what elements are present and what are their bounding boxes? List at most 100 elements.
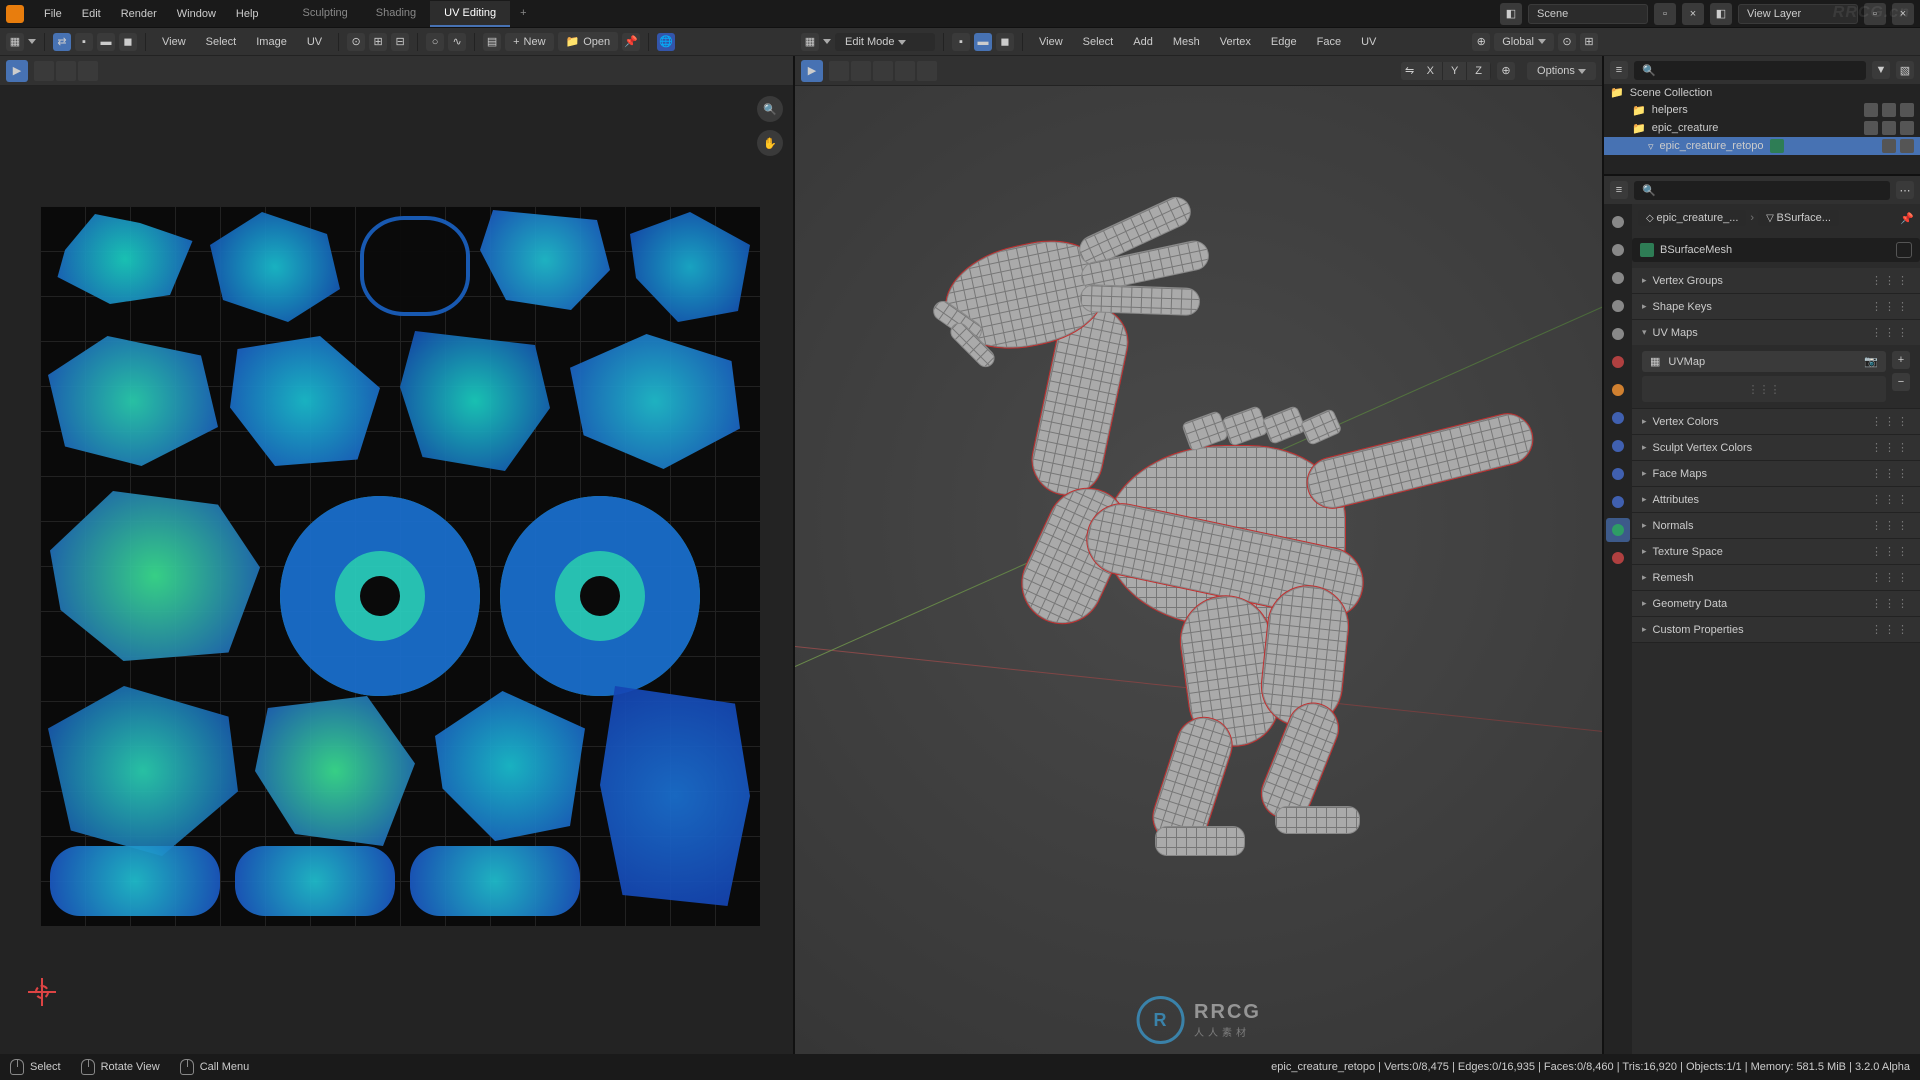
outliner-row-scene-collection[interactable]: 📁 Scene Collection [1604,84,1920,101]
outliner-row-epic-creature[interactable]: 📁 epic_creature [1604,119,1920,137]
uv-island[interactable] [210,212,340,322]
panel-custom-properties[interactable]: ▸Custom Properties⋮⋮⋮ [1632,617,1920,642]
uv-island[interactable] [600,686,750,906]
uv-menu-view[interactable]: View [154,33,194,51]
cursor-tool-icon[interactable]: ▶ [6,60,28,82]
uv-island[interactable] [500,496,700,696]
snap-3d-icon[interactable]: ⊞ [1580,33,1598,51]
tab-world-icon[interactable] [1606,350,1630,374]
tab-mesh-data-icon[interactable] [1606,518,1630,542]
exclude-icon[interactable] [1864,121,1878,135]
image-open-button[interactable]: 📁 Open [558,32,619,51]
snap-uv-target-icon[interactable]: ⊟ [391,33,409,51]
outliner-filter-icon[interactable]: ▼ [1872,61,1890,79]
tab-output-icon[interactable] [1606,266,1630,290]
creature-mesh[interactable] [875,156,1515,856]
editor-type-3d-icon[interactable]: ▦ [801,33,819,51]
breadcrumb-object[interactable]: ◇ epic_creature_... [1638,210,1746,226]
vp-menu-select[interactable]: Select [1075,33,1122,51]
uvmap-list-handle[interactable]: ⋮⋮⋮ [1642,376,1886,402]
sel-mode-vert-icon[interactable]: ▪ [952,33,970,51]
breadcrumb-mesh[interactable]: ▽ BSurface... [1758,210,1839,226]
uv-island[interactable] [50,846,220,916]
pivot-icon[interactable]: ⊙ [347,33,365,51]
mesh-display-3-icon[interactable] [873,61,893,81]
menu-help[interactable]: Help [226,4,269,24]
image-new-button[interactable]: + New [505,33,553,51]
image-browse-icon[interactable]: ▤ [483,33,501,51]
tab-tool-icon[interactable] [1606,210,1630,234]
scene-delete-icon[interactable]: × [1682,3,1704,25]
uv-display-2-icon[interactable] [56,61,76,81]
panel-uv-maps-header[interactable]: ▾UV Maps⋮⋮⋮ [1632,320,1920,345]
add-workspace-button[interactable]: + [510,1,536,27]
axis-x-button[interactable]: X [1419,62,1443,80]
orientation-icon[interactable]: ⊕ [1472,33,1490,51]
uv-island[interactable] [255,696,415,846]
uv-island[interactable] [630,212,750,322]
mesh-display-4-icon[interactable] [895,61,915,81]
hide-icon[interactable] [1882,103,1896,117]
properties-search-input[interactable]: 🔍 [1634,181,1890,200]
panel-vertex-colors[interactable]: ▸Vertex Colors⋮⋮⋮ [1632,409,1920,434]
panel-remesh[interactable]: ▸Remesh⋮⋮⋮ [1632,565,1920,590]
uv-island[interactable] [570,334,740,469]
viewlayer-browse-icon[interactable]: ◧ [1710,3,1732,25]
uv-menu-uv[interactable]: UV [299,33,330,51]
sel-mode-edge-icon[interactable]: ▬ [974,33,992,51]
scene-browse-icon[interactable]: ◧ [1500,3,1522,25]
tab-scene-icon[interactable] [1606,322,1630,346]
vp-menu-edge[interactable]: Edge [1263,33,1305,51]
hide-icon[interactable] [1882,139,1896,153]
vp-menu-face[interactable]: Face [1309,33,1349,51]
uv-island[interactable] [400,331,550,471]
tab-render-icon[interactable] [1606,238,1630,262]
vp-menu-uv[interactable]: UV [1353,33,1384,51]
tab-physics-icon[interactable] [1606,462,1630,486]
outliner-tree[interactable]: 📁 Scene Collection 📁 helpers 📁 epic_crea… [1604,84,1920,174]
camera-icon[interactable]: 📷 [1864,355,1878,368]
cursor-tool-3d-icon[interactable]: ▶ [801,60,823,82]
vp-menu-view[interactable]: View [1031,33,1071,51]
uv-island[interactable] [230,336,380,466]
pan-icon[interactable]: ✋ [757,130,783,156]
axis-y-button[interactable]: Y [1443,62,1467,80]
outliner-row-retopo[interactable]: ▿ epic_creature_retopo [1604,137,1920,155]
editor-type-icon[interactable]: ▦ [6,33,24,51]
mesh-display-5-icon[interactable] [917,61,937,81]
scene-name-field[interactable]: Scene [1528,4,1648,24]
proportional-uv-icon[interactable]: ○ [426,33,444,51]
properties-options-icon[interactable]: ⋯ [1896,181,1914,199]
pin-properties-icon[interactable]: 📌 [1900,212,1914,225]
uv-menu-select[interactable]: Select [198,33,245,51]
tab-sculpting[interactable]: Sculpting [289,1,362,27]
outliner-search-input[interactable]: 🔍 [1634,61,1866,80]
mode-dropdown[interactable]: Edit Mode [835,33,935,51]
zoom-icon[interactable]: 🔍 [757,96,783,122]
exclude-icon[interactable] [1864,103,1878,117]
hide-icon[interactable] [1882,121,1896,135]
panel-shape-keys[interactable]: ▸Shape Keys⋮⋮⋮ [1632,294,1920,319]
uv-island[interactable] [280,496,480,696]
tab-uv-editing[interactable]: UV Editing [430,1,510,27]
menu-render[interactable]: Render [111,4,167,24]
mesh-display-2-icon[interactable] [851,61,871,81]
disable-render-icon[interactable] [1900,103,1914,117]
uv-display-1-icon[interactable] [34,61,54,81]
outliner-type-icon[interactable]: ≡ [1610,61,1628,79]
menu-edit[interactable]: Edit [72,4,111,24]
menu-window[interactable]: Window [167,4,226,24]
tab-object-icon[interactable] [1606,378,1630,402]
uv-island[interactable] [48,686,238,856]
uv-canvas[interactable]: 🔍 ✋ [0,86,793,1054]
viewport-3d[interactable]: R RRCG 人人素材 [795,86,1602,1054]
pin-icon[interactable]: 📌 [622,33,640,51]
uv-island[interactable] [360,216,470,316]
uv-sync-icon[interactable]: ⇄ [53,33,71,51]
mirror-icon[interactable]: ⇋ [1401,62,1419,80]
mesh-display-1-icon[interactable] [829,61,849,81]
uvmap-item[interactable]: ▦ UVMap 📷 [1642,351,1886,372]
uv-display-3-icon[interactable] [78,61,98,81]
scene-new-icon[interactable]: ▫ [1654,3,1676,25]
uvmap-add-button[interactable]: + [1892,351,1910,369]
